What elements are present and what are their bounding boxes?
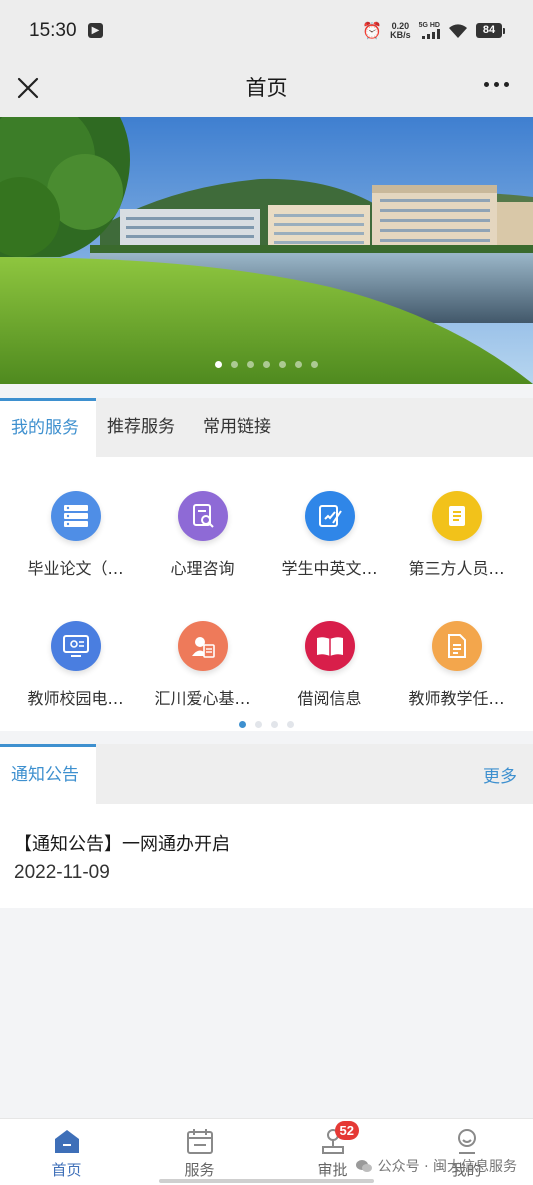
service-label: 教师校园电… bbox=[27, 689, 124, 708]
service-label: 心理咨询 bbox=[170, 559, 235, 578]
banner-pager[interactable] bbox=[0, 361, 533, 368]
notice-date: 2022-11-09 bbox=[14, 862, 110, 883]
notice-item[interactable]: 【通知公告】一网通办开启 2022-11-09 bbox=[0, 804, 533, 908]
service-tabs: 我的服务 推荐服务 常用链接 bbox=[0, 398, 533, 457]
service-label: 学生中英文… bbox=[281, 559, 378, 578]
battery-level: 84 bbox=[476, 23, 502, 38]
status-bar: 15:30 ▶ ⏰ 0.20 KB/s 5G HD 84 bbox=[0, 0, 533, 62]
network-speed: 0.20 KB/s bbox=[390, 21, 411, 40]
more-notices-link[interactable]: 更多 bbox=[483, 762, 517, 787]
service-label: 汇川爱心基… bbox=[154, 689, 251, 708]
nav-label: 首页 bbox=[51, 1161, 82, 1179]
cellular-signal: 5G HD bbox=[419, 22, 440, 39]
tab-recommended-services[interactable]: 推荐服务 bbox=[107, 398, 175, 457]
open-book-icon bbox=[304, 621, 355, 671]
campus-photo bbox=[0, 117, 533, 384]
title-bar: 首页 bbox=[0, 62, 533, 117]
tab-my-services[interactable]: 我的服务 bbox=[0, 398, 96, 457]
tab-notices[interactable]: 通知公告 bbox=[0, 744, 96, 804]
service-item-student-transcript[interactable]: 学生中英文… bbox=[263, 491, 396, 579]
note-icon bbox=[431, 491, 482, 541]
more-menu-icon[interactable] bbox=[484, 82, 509, 87]
watermark: 公众号 · 闽大信息服务 bbox=[355, 1156, 517, 1176]
battery-icon: 84 bbox=[476, 23, 505, 38]
calendar-icon bbox=[186, 1127, 214, 1155]
user-icon bbox=[453, 1127, 481, 1155]
signal-bars-icon bbox=[422, 29, 440, 39]
tab-common-links[interactable]: 常用链接 bbox=[203, 398, 271, 457]
service-grid: 毕业论文（… 心理咨询 学生中英文… 第三方人员… 教师校园电… 汇川爱心基… bbox=[0, 457, 533, 731]
service-label: 借阅信息 bbox=[297, 689, 362, 708]
nav-label: 服务 bbox=[184, 1161, 215, 1179]
status-time: 15:30 bbox=[29, 20, 77, 41]
service-item-charity-fund[interactable]: 汇川爱心基… bbox=[136, 621, 269, 709]
service-item-graduation-thesis[interactable]: 毕业论文（… bbox=[9, 491, 142, 579]
service-item-third-party[interactable]: 第三方人员… bbox=[390, 491, 523, 579]
wechat-icon bbox=[355, 1160, 372, 1172]
home-icon bbox=[53, 1127, 81, 1155]
wifi-icon bbox=[449, 23, 467, 38]
service-label: 毕业论文（… bbox=[27, 559, 124, 578]
status-indicators: ⏰ 0.20 KB/s 5G HD 84 bbox=[362, 21, 505, 40]
watermark-text: 公众号 · 闽大信息服务 bbox=[377, 1159, 517, 1175]
person-document-icon bbox=[177, 621, 228, 671]
notification-icon: ▶ bbox=[88, 23, 103, 38]
server-list-icon bbox=[50, 491, 101, 541]
nav-services[interactable]: 服务 bbox=[133, 1127, 266, 1180]
document-search-icon bbox=[177, 491, 228, 541]
approval-icon: 52 bbox=[319, 1121, 359, 1155]
notice-title: 【通知公告】一网通办开启 bbox=[14, 834, 230, 855]
nav-home[interactable]: 首页 bbox=[0, 1127, 133, 1180]
service-item-borrowing-info[interactable]: 借阅信息 bbox=[263, 621, 396, 709]
alarm-icon: ⏰ bbox=[362, 21, 383, 40]
service-label: 第三方人员… bbox=[408, 559, 505, 578]
service-item-teacher-campus[interactable]: 教师校园电… bbox=[9, 621, 142, 709]
service-item-counseling[interactable]: 心理咨询 bbox=[136, 491, 269, 579]
edit-document-icon bbox=[304, 491, 355, 541]
monitor-icon bbox=[50, 621, 101, 671]
service-pager[interactable] bbox=[0, 721, 533, 728]
page-title: 首页 bbox=[245, 76, 288, 100]
banner-carousel[interactable] bbox=[0, 117, 533, 384]
service-item-teaching-task[interactable]: 教师教学任… bbox=[390, 621, 523, 709]
service-label: 教师教学任… bbox=[408, 689, 505, 708]
approval-badge: 52 bbox=[334, 1121, 359, 1140]
network-speed-unit: KB/s bbox=[390, 29, 411, 40]
network-type: 5G HD bbox=[418, 22, 440, 29]
notice-header: 通知公告 更多 bbox=[0, 744, 533, 804]
task-document-icon bbox=[431, 621, 482, 671]
home-indicator[interactable] bbox=[159, 1179, 374, 1183]
